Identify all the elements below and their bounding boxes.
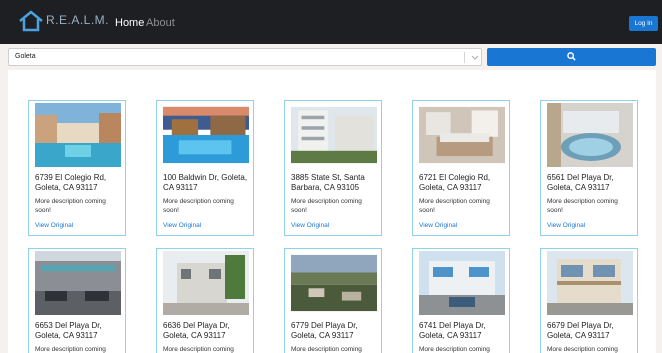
listing-photo[interactable] <box>291 103 377 167</box>
login-button[interactable]: Log In <box>629 16 658 31</box>
listing-description: More description coming soon! <box>163 198 234 214</box>
view-original-link[interactable]: View Original <box>291 222 329 229</box>
listing-description: More description coming soon! <box>35 198 106 214</box>
location-select-value: Goleta <box>15 53 36 60</box>
listing-description: More description coming <box>35 346 106 353</box>
view-original-link[interactable]: View Original <box>419 222 457 229</box>
listing-description: More description coming soon! <box>547 198 618 214</box>
listing-address: 6779 Del Playa Dr, Goleta, CA 93117 <box>291 321 358 340</box>
listing-description: More description coming soon! <box>291 198 362 214</box>
listing-card: 6636 Del Playa Dr, Goleta, CA 93117 More… <box>156 248 254 353</box>
listing-address: 3885 State St, Santa Barbara, CA 93105 <box>291 173 365 192</box>
listing-card: 6721 El Colegio Rd, Goleta, CA 93117 Mor… <box>412 100 510 236</box>
listing-photo[interactable] <box>163 103 249 167</box>
listing-description: More description coming <box>291 346 362 353</box>
listing-address: 6679 Del Playa Dr, Goleta, CA 93117 <box>547 321 614 340</box>
brand-name[interactable]: R.E.A.L.M. <box>46 13 109 27</box>
listing-description: More description coming <box>163 346 234 353</box>
listing-photo[interactable] <box>291 251 377 315</box>
listing-card: 6653 Del Playa Dr, Goleta, CA 93117 More… <box>28 248 126 353</box>
listing-photo[interactable] <box>35 103 121 167</box>
navbar: R.E.A.L.M. Home About Log In <box>0 0 662 44</box>
view-original-link[interactable]: View Original <box>35 222 73 229</box>
listing-card: 6739 El Colegio Rd, Goleta, CA 93117 Mor… <box>28 100 126 236</box>
listings-panel: 6739 El Colegio Rd, Goleta, CA 93117 Mor… <box>8 70 656 353</box>
nav-about-link[interactable]: About <box>146 17 175 29</box>
listing-address: 6561 Del Playa Dr, Goleta, CA 93117 <box>547 173 614 192</box>
search-button[interactable] <box>487 48 656 66</box>
listing-description: More description coming <box>419 346 490 353</box>
listing-photo[interactable] <box>419 103 505 167</box>
listing-card: 6561 Del Playa Dr, Goleta, CA 93117 More… <box>540 100 638 236</box>
listing-address: 6741 Del Playa Dr, Goleta, CA 93117 <box>419 321 486 340</box>
listing-photo[interactable] <box>163 251 249 315</box>
select-divider <box>464 52 465 63</box>
listing-address: 100 Baldwin Dr, Goleta, CA 93117 <box>163 173 248 192</box>
search-icon <box>567 52 576 61</box>
listing-card: 6779 Del Playa Dr, Goleta, CA 93117 More… <box>284 248 382 353</box>
listing-card: 100 Baldwin Dr, Goleta, CA 93117 More de… <box>156 100 254 236</box>
listing-address: 6653 Del Playa Dr, Goleta, CA 93117 <box>35 321 102 340</box>
listing-card: 6679 Del Playa Dr, Goleta, CA 93117 More… <box>540 248 638 353</box>
chevron-down-icon[interactable] <box>470 52 480 62</box>
listing-address: 6721 El Colegio Rd, Goleta, CA 93117 <box>419 173 491 192</box>
location-select[interactable]: Goleta <box>8 48 482 66</box>
listing-photo[interactable] <box>35 251 121 315</box>
listing-card: 3885 State St, Santa Barbara, CA 93105 M… <box>284 100 382 236</box>
house-logo-icon[interactable] <box>18 10 44 32</box>
view-original-link[interactable]: View Original <box>163 222 201 229</box>
listing-address: 6636 Del Playa Dr, Goleta, CA 93117 <box>163 321 230 340</box>
listing-description: More description coming soon! <box>419 198 490 214</box>
listing-photo[interactable] <box>547 251 633 315</box>
listing-card: 6741 Del Playa Dr, Goleta, CA 93117 More… <box>412 248 510 353</box>
listing-photo[interactable] <box>547 103 633 167</box>
listing-photo[interactable] <box>419 251 505 315</box>
view-original-link[interactable]: View Original <box>547 222 585 229</box>
listing-address: 6739 El Colegio Rd, Goleta, CA 93117 <box>35 173 107 192</box>
nav-home-link[interactable]: Home <box>115 17 144 29</box>
listing-description: More description coming <box>547 346 618 353</box>
